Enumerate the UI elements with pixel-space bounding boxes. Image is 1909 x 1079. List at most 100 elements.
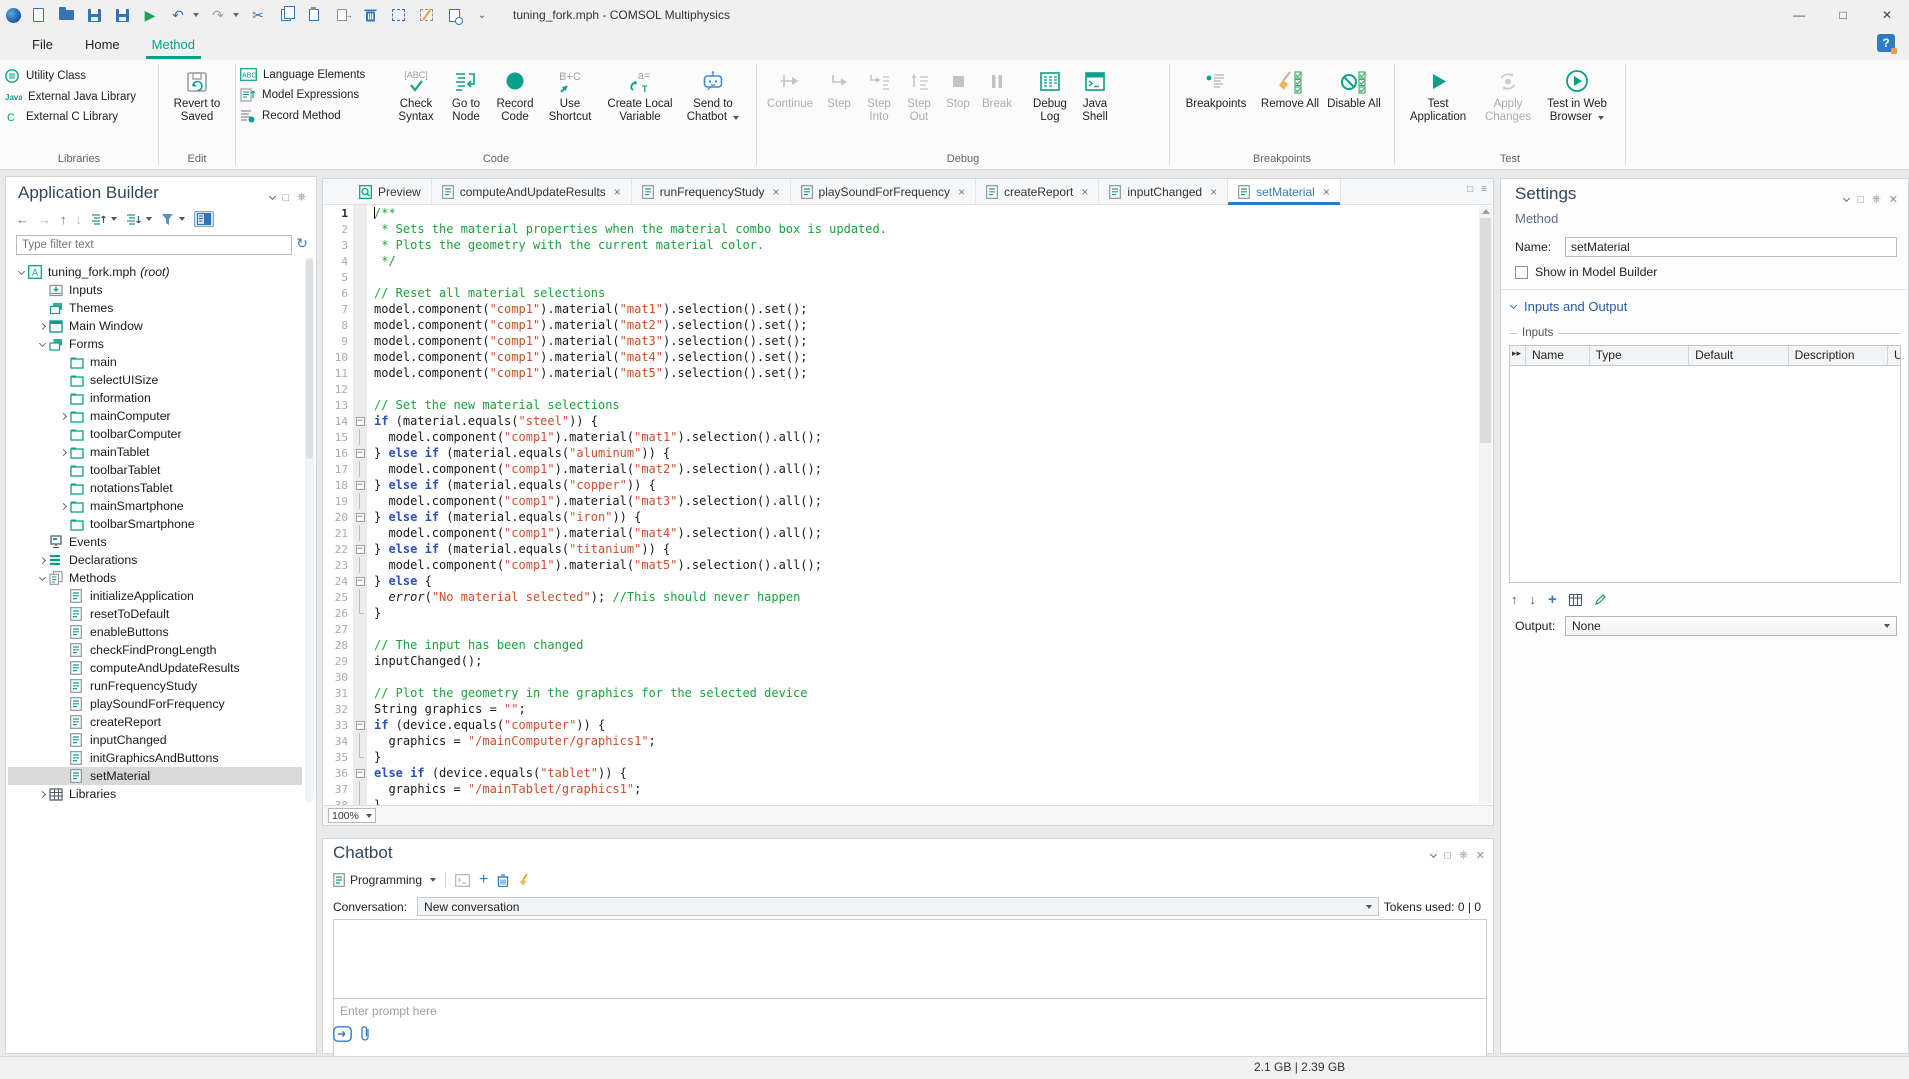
editor-vertical-scrollbar[interactable] <box>1479 206 1492 804</box>
inputs-table[interactable]: ▸▸NameTypeDefaultDescriptionUnit <box>1509 345 1901 583</box>
tab-method[interactable]: Method <box>140 31 207 59</box>
line-number[interactable]: 37 <box>323 783 353 796</box>
code-line-29[interactable]: 29inputChanged(); <box>323 653 1493 669</box>
column-header-type[interactable]: Type <box>1590 346 1689 365</box>
tree-item-resetToDefault[interactable]: resetToDefault <box>8 605 302 623</box>
edit-icon[interactable] <box>1594 593 1607 606</box>
close-tab-icon[interactable]: × <box>614 185 621 199</box>
send-prompt-icon[interactable] <box>333 1026 352 1042</box>
code-line-3[interactable]: 3 * Plots the geometry with the current … <box>323 237 1493 253</box>
code-line-23[interactable]: 23 model.component("comp1").material("ma… <box>323 557 1493 573</box>
inputs-and-output-section[interactable]: Inputs and Output <box>1511 299 1627 314</box>
fold-toggle-icon[interactable]: − <box>353 445 367 461</box>
chatbot-mode-select[interactable]: Programming <box>333 873 436 887</box>
show-in-model-builder-checkbox[interactable] <box>1515 266 1528 279</box>
utility-class-button[interactable]: Utility Class <box>4 68 136 84</box>
move-up-icon[interactable]: ↑ <box>60 212 67 227</box>
expander-icon[interactable] <box>56 414 70 419</box>
code-line-33[interactable]: 33−if (device.equals("computer")) { <box>323 717 1493 733</box>
code-line-17[interactable]: 17 model.component("comp1").material("ma… <box>323 461 1493 477</box>
line-number[interactable]: 14 <box>323 415 353 428</box>
code-line-7[interactable]: 7model.component("comp1").material("mat1… <box>323 301 1493 317</box>
fold-toggle-icon[interactable]: − <box>353 717 367 733</box>
run-icon[interactable]: ▶ <box>141 6 159 24</box>
line-number[interactable]: 32 <box>323 703 353 716</box>
stop-button[interactable]: Stop <box>939 62 977 111</box>
close-icon[interactable]: ✕ <box>1865 0 1909 30</box>
java-shell-button[interactable]: Java Shell <box>1074 62 1116 124</box>
line-number[interactable]: 26 <box>323 607 353 620</box>
code-editor[interactable]: 1/**2 * Sets the material properties whe… <box>323 205 1493 805</box>
find-icon[interactable] <box>445 6 463 24</box>
breakpoints-button[interactable]: Breakpoints <box>1174 62 1258 111</box>
code-line-38[interactable]: 38} <box>323 797 1493 805</box>
code-line-14[interactable]: 14−if (material.equals("steel")) { <box>323 413 1493 429</box>
select-box-icon[interactable] <box>389 6 407 24</box>
line-number[interactable]: 9 <box>323 335 353 348</box>
maximize-editor-icon[interactable]: □ <box>1467 184 1473 195</box>
external-c-library-button[interactable]: C External C Library <box>4 110 136 124</box>
line-number[interactable]: 15 <box>323 431 353 444</box>
more-commands-icon[interactable]: ⌄ <box>473 6 491 24</box>
tree-item-Main Window[interactable]: Main Window <box>8 317 302 335</box>
code-line-15[interactable]: 15 model.component("comp1").material("ma… <box>323 429 1493 445</box>
code-line-18[interactable]: 18−} else if (material.equals("copper"))… <box>323 477 1493 493</box>
add-input-icon[interactable]: + <box>1548 591 1557 608</box>
line-number[interactable]: 33 <box>323 719 353 732</box>
test-in-web-browser-button[interactable]: Test in Web Browser <box>1539 62 1615 124</box>
column-header-default[interactable]: Default <box>1689 346 1788 365</box>
code-line-10[interactable]: 10model.component("comp1").material("mat… <box>323 349 1493 365</box>
code-line-6[interactable]: 6// Reset all material selections <box>323 285 1493 301</box>
close-tab-icon[interactable]: × <box>958 185 965 199</box>
language-elements-button[interactable]: ABC Language Elements <box>240 68 390 81</box>
code-line-32[interactable]: 32String graphics = ""; <box>323 701 1493 717</box>
code-line-27[interactable]: 27 <box>323 621 1493 637</box>
panel-menu-icon[interactable] <box>1430 851 1437 858</box>
tree-item-initializeApplication[interactable]: initializeApplication <box>8 587 302 605</box>
editor-tab-setMaterial[interactable]: setMaterial× <box>1228 179 1341 204</box>
close-tab-icon[interactable]: × <box>1210 185 1217 199</box>
tree-item-Events[interactable]: Events <box>8 533 302 551</box>
tree-scrollbar[interactable] <box>305 257 314 802</box>
code-line-26[interactable]: 26} <box>323 605 1493 621</box>
close-tab-icon[interactable]: × <box>1081 185 1088 199</box>
tree-item-information[interactable]: information <box>8 389 302 407</box>
line-number[interactable]: 13 <box>323 399 353 412</box>
tab-file[interactable]: File <box>20 31 65 59</box>
tree-item-createReport[interactable]: createReport <box>8 713 302 731</box>
tree-item-runFrequencyStudy[interactable]: runFrequencyStudy <box>8 677 302 695</box>
debug-log-button[interactable]: Debug Log <box>1026 62 1074 124</box>
line-number[interactable]: 8 <box>323 319 353 332</box>
step-button[interactable]: Step <box>819 62 859 111</box>
check-syntax-button[interactable]: [ABC] Check Syntax <box>390 62 442 124</box>
redo-icon[interactable]: ↷ <box>209 6 227 24</box>
line-number[interactable]: 27 <box>323 623 353 636</box>
fold-toggle-icon[interactable]: − <box>353 413 367 429</box>
line-number[interactable]: 36 <box>323 767 353 780</box>
line-number[interactable]: 5 <box>323 271 353 284</box>
fold-toggle-icon[interactable]: − <box>353 765 367 781</box>
close-tab-icon[interactable]: × <box>773 185 780 199</box>
line-number[interactable]: 18 <box>323 479 353 492</box>
expand-tree-icon[interactable] <box>91 213 117 226</box>
undo-dropdown-icon[interactable] <box>193 13 199 17</box>
line-number[interactable]: 25 <box>323 591 353 604</box>
line-number[interactable]: 22 <box>323 543 353 556</box>
refresh-icon[interactable]: ↻ <box>296 235 308 252</box>
load-table-icon[interactable] <box>1569 594 1582 606</box>
tree-item-Forms[interactable]: Forms <box>8 335 302 353</box>
tree-item-mainTablet[interactable]: mainTablet <box>8 443 302 461</box>
line-number[interactable]: 10 <box>323 351 353 364</box>
close-tab-icon[interactable]: × <box>1323 185 1330 199</box>
code-line-1[interactable]: 1/** <box>323 205 1493 221</box>
conversation-select[interactable]: New conversation <box>417 897 1379 916</box>
expander-icon[interactable] <box>35 324 49 329</box>
redo-dropdown-icon[interactable] <box>233 13 239 17</box>
continue-button[interactable]: Continue <box>761 62 819 111</box>
line-number[interactable]: 20 <box>323 511 353 524</box>
tree-item-tuning_fork.mph[interactable]: Atuning_fork.mph(root) <box>8 263 302 281</box>
step-into-button[interactable]: Step Into <box>859 62 899 124</box>
forward-icon[interactable]: → <box>38 212 51 227</box>
line-number[interactable]: 12 <box>323 383 353 396</box>
float-icon[interactable]: □ <box>1857 194 1864 206</box>
